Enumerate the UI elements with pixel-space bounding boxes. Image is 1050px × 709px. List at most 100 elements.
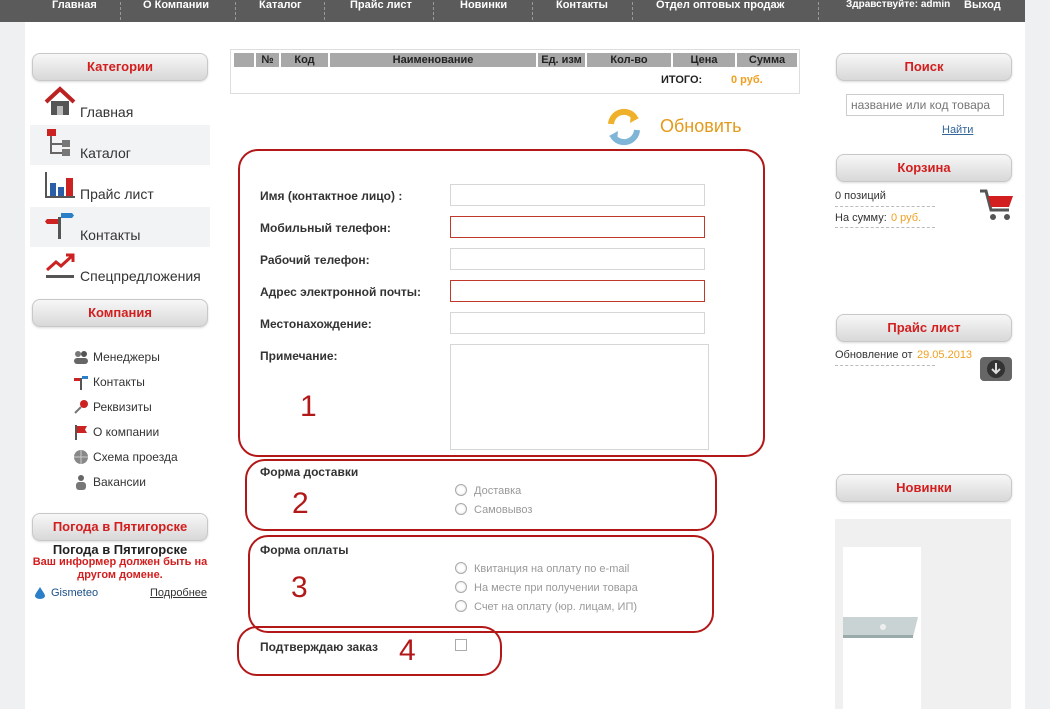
email-input[interactable] [450,280,705,302]
sidebar-item-label: Спецпредложения [80,268,201,284]
sidebar-item-vacancies[interactable]: Вакансии [76,474,146,490]
weather-heading: Погода в Пятигорске [52,542,188,557]
nav-price-list[interactable]: Прайс лист [350,0,412,22]
sidebar-item-price-list[interactable]: Прайс лист [30,166,210,206]
sidebar-item-catalog[interactable]: Каталог [30,125,210,165]
sidebar-item-label: Главная [80,104,134,120]
refresh-icon[interactable] [605,108,643,146]
nav-wholesale[interactable]: Отдел оптовых продаж [656,0,784,22]
confirm-label: Подтверждаю заказ [260,640,379,654]
nav-catalog[interactable]: Каталог [259,0,302,22]
name-input[interactable] [450,184,705,206]
nav-separator [235,2,236,20]
product-image-icon [843,617,918,638]
payment-onsite-label: На месте при получении товара [474,582,638,594]
email-label: Адрес электронной почты: [260,285,422,299]
confirm-checkbox[interactable] [455,639,467,651]
search-button[interactable]: Найти [942,124,973,136]
page-body: Категории Главная Каталог Прайс лист Кон… [25,22,1025,709]
logout-link[interactable]: Выход [964,0,1001,22]
sidebar-item-company-contacts[interactable]: Контакты [74,374,145,390]
delivery-title: Форма доставки [260,465,359,479]
annotation-number-2: 2 [292,487,309,520]
annotation-number-4: 4 [399,634,416,667]
pickup-option-label: Самовывоз [474,504,533,516]
mobile-phone-input[interactable] [450,216,705,238]
users-icon [74,351,88,364]
cart-divider [835,227,935,228]
top-nav: Главная О Компании Каталог Прайс лист Но… [0,0,1025,22]
news-product-card[interactable] [843,547,921,709]
table-header-code: Код [281,53,328,67]
delivery-option-label: Доставка [474,485,522,497]
sidebar-item-label: Каталог [80,145,131,161]
sidebar-item-managers[interactable]: Менеджеры [74,349,160,365]
cart-positions: 0 позиций [835,190,886,202]
nav-contacts[interactable]: Контакты [556,0,608,22]
bar-chart-icon [45,172,75,198]
weather-header: Погода в Пятигорске [32,513,208,541]
sidebar-item-special[interactable]: Спецпредложения [30,248,210,288]
sidebar-item-home[interactable]: Главная [30,84,210,124]
table-header-price: Цена [673,53,735,67]
catalog-tree-icon [47,129,70,156]
sidebar-item-route[interactable]: Схема проезда [74,449,178,465]
cart-table: № Код Наименование Ед. изм Кол-во Цена С… [230,49,800,94]
news-header: Новинки [836,474,1012,502]
payment-onsite-radio[interactable] [455,581,467,593]
cart-header: Корзина [836,154,1012,182]
nav-about[interactable]: О Компании [143,0,209,22]
download-icon[interactable] [979,354,1013,382]
cart-sum-label: На сумму: [835,212,887,224]
flag-icon [75,425,87,440]
search-header: Поиск [836,53,1012,81]
payment-invoice-radio[interactable] [455,600,467,612]
location-label: Местонахождение: [260,317,372,331]
gismeteo-link[interactable]: Gismeteo [51,587,98,599]
nav-home[interactable]: Главная [52,0,97,22]
work-phone-input[interactable] [450,248,705,270]
sidebar-item-contacts[interactable]: Контакты [30,207,210,247]
nav-separator [324,2,325,20]
nav-new[interactable]: Новинки [460,0,507,22]
key-icon [74,400,88,414]
price-update-date: 29.05.2013 [917,349,973,361]
sidebar-item-about[interactable]: О компании [75,424,159,440]
note-textarea[interactable] [450,344,709,450]
location-input[interactable] [450,312,705,334]
table-header-sum: Сумма [737,53,797,67]
nav-separator [632,2,633,20]
sidebar-item-requisites[interactable]: Реквизиты [74,399,152,415]
weather-more-link[interactable]: Подробнее [150,587,207,599]
refresh-button[interactable]: Обновить [660,116,742,137]
annotation-number-1: 1 [300,390,317,423]
sidebar-item-label: Прайс лист [80,186,154,202]
nav-separator [818,2,819,20]
home-icon [44,86,76,115]
price-divider [835,365,935,366]
table-header-num: № [256,53,279,67]
gismeteo-logo-icon [35,587,45,599]
signpost-icon [45,213,74,239]
table-header-empty [234,53,254,67]
payment-email-label: Квитанция на оплату по e-mail [474,563,630,575]
price-update-label: Обновление от [835,349,913,361]
nav-separator [433,2,434,20]
table-header-name: Наименование [330,53,536,67]
trend-up-icon [46,253,75,278]
cart-icon[interactable] [979,188,1015,222]
total-value: 0 руб. [731,74,763,86]
cart-sum-value: 0 руб. [891,212,922,224]
signpost-icon [74,376,88,390]
payment-invoice-label: Счет на оплату (юр. лицам, ИП) [474,601,638,613]
payment-email-radio[interactable] [455,562,467,574]
note-label: Примечание: [260,349,338,363]
total-label: ИТОГО: [661,74,703,86]
greeting: Здравствуйте: admin [846,0,951,10]
sidebar-item-label: Контакты [80,227,141,243]
delivery-radio[interactable] [455,484,467,496]
pickup-radio[interactable] [455,503,467,515]
annotation-number-3: 3 [291,571,308,604]
search-input[interactable] [846,94,1004,116]
payment-title: Форма оплаты [260,543,349,557]
